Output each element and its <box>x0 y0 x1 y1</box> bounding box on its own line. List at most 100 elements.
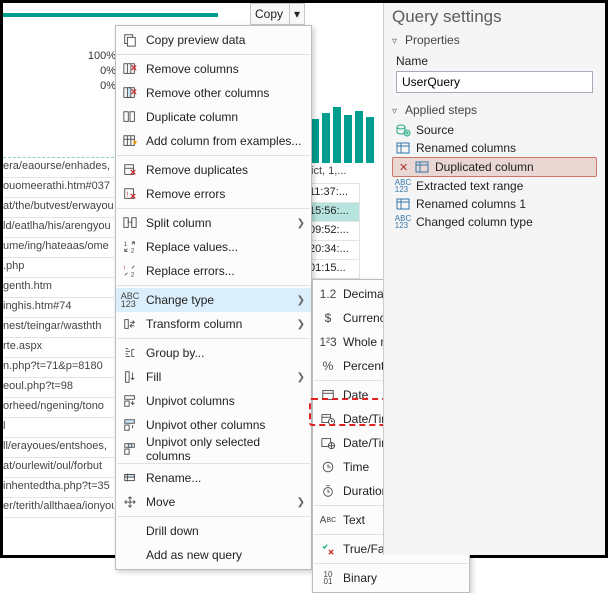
datetimezone-icon <box>317 435 339 451</box>
delete-step-icon[interactable]: ✕ <box>399 161 408 174</box>
unpivot-other-icon <box>120 417 140 433</box>
summary-text: ict, 1,... <box>311 165 346 177</box>
chevron-right-icon: ❯ <box>297 372 305 383</box>
split-icon <box>120 215 140 231</box>
table-row[interactable]: at/ourlewit/oul/forbut <box>3 458 114 478</box>
currency-icon: $ <box>317 310 339 326</box>
pct-0a: 0% <box>88 64 116 79</box>
copy-dropdown[interactable]: Copy ▾ <box>250 3 305 25</box>
mi-replace-errs[interactable]: !2 Replace errors... <box>116 259 311 283</box>
step-source[interactable]: Source <box>392 121 597 139</box>
source-icon <box>394 123 412 137</box>
replace-icon: 12 <box>120 239 140 255</box>
table-row[interactable]: l <box>3 418 114 438</box>
table-row[interactable]: nest/teingar/wasthth <box>3 318 114 338</box>
mi-unpivot-other[interactable]: Unpivot other columns <box>116 413 311 437</box>
copy-label: Copy <box>251 4 290 24</box>
mi-drill[interactable]: Drill down <box>116 519 311 543</box>
applied-steps-header[interactable]: Applied steps <box>392 103 597 117</box>
table-icon <box>413 160 431 174</box>
step-renamed1[interactable]: Renamed columns 1 <box>392 195 597 213</box>
pct-100: 100% <box>88 49 116 64</box>
chevron-right-icon: ❯ <box>297 319 305 330</box>
datetime-icon <box>317 411 339 427</box>
time-icon <box>317 459 339 475</box>
mi-duplicate[interactable]: Duplicate column <box>116 105 311 129</box>
mi-remove-other[interactable]: Remove other columns <box>116 81 311 105</box>
remove-dup-icon <box>120 162 140 178</box>
chevron-right-icon: ❯ <box>297 295 305 306</box>
step-changed[interactable]: ABC123 Changed column type <box>392 213 597 231</box>
table-row[interactable]: ll/erayoues/entshoes, <box>3 438 114 458</box>
mi-split[interactable]: Split column ❯ <box>116 211 311 235</box>
table-row[interactable]: eoul.php?t=98 <box>3 378 114 398</box>
svg-text:2: 2 <box>131 271 135 278</box>
table-row[interactable]: er/terith/allthaea/ionyouarewa <box>3 498 114 518</box>
mi-remove-err[interactable]: ! Remove errors <box>116 182 311 206</box>
abc123-icon: ABC123 <box>394 179 412 193</box>
table-row[interactable]: at/the/butvest/erwayou <box>3 198 114 218</box>
mi-unpivot[interactable]: Unpivot columns <box>116 389 311 413</box>
rename-icon <box>120 470 140 486</box>
step-duplicated[interactable]: ✕ Duplicated column <box>392 157 597 177</box>
table-row[interactable]: n.php?t=71&p=8180 <box>3 358 114 378</box>
duration-icon <box>317 483 339 499</box>
mi-replace-vals[interactable]: 12 Replace values... <box>116 235 311 259</box>
table-row[interactable]: ume/ing/hateaas/ome <box>3 238 114 258</box>
mi-fill[interactable]: Fill ❯ <box>116 365 311 389</box>
chevron-down-icon[interactable]: ▾ <box>290 7 304 21</box>
remove-other-icon <box>120 85 140 101</box>
bool-icon <box>317 541 339 557</box>
name-label: Name <box>396 54 593 68</box>
binary-icon: 1001 <box>317 570 339 586</box>
mi-binary[interactable]: 1001Binary <box>313 566 469 590</box>
mi-transform[interactable]: Transform column ❯ <box>116 312 311 336</box>
unpivot-icon <box>120 393 140 409</box>
date-icon <box>317 387 339 403</box>
table-row[interactable]: inhentedtha.php?t=35 <box>3 478 114 498</box>
mi-move[interactable]: Move ❯ <box>116 490 311 514</box>
decimal-icon: 1.2 <box>317 286 339 302</box>
mi-remove-cols[interactable]: Remove columns <box>116 57 311 81</box>
query-settings-panel: Query settings Properties Name Applied s… <box>383 3 605 555</box>
fill-icon <box>120 369 140 385</box>
svg-text:1: 1 <box>124 241 128 248</box>
mi-copy-preview[interactable]: Copy preview data <box>116 28 311 52</box>
panel-title: Query settings <box>392 7 597 27</box>
transform-icon <box>120 316 140 332</box>
step-renamed[interactable]: Renamed columns <box>392 139 597 157</box>
step-extracted[interactable]: ABC123 Extracted text range <box>392 177 597 195</box>
svg-text:2: 2 <box>131 247 135 254</box>
query-name-input[interactable] <box>396 71 593 93</box>
table-row[interactable]: .php <box>3 258 114 278</box>
type-icon: ABC123 <box>120 292 140 308</box>
mi-unpivot-sel[interactable]: Unpivot only selected columns <box>116 437 311 461</box>
chevron-right-icon: ❯ <box>297 218 305 229</box>
mi-add-from-examples[interactable]: ★ Add column from examples... <box>116 129 311 153</box>
time-cells: 11:37:... 15:56:... 09:52:... 20:34:... … <box>305 183 360 278</box>
text-icon: ABC <box>317 512 339 528</box>
examples-icon: ★ <box>120 133 140 149</box>
duplicate-icon <box>120 109 140 125</box>
mi-change-type[interactable]: ABC123 Change type ❯ <box>116 288 311 312</box>
table-row[interactable]: genth.htm <box>3 278 114 298</box>
mi-add-new-query[interactable]: Add as new query <box>116 543 311 567</box>
svg-text:!: ! <box>124 265 126 272</box>
replace-err-icon: !2 <box>120 263 140 279</box>
mi-group-by[interactable]: Group by... <box>116 341 311 365</box>
table-row[interactable]: ouomeerathi.htm#037 <box>3 178 114 198</box>
url-cells: era/eaourse/enhades, ouomeerathi.htm#037… <box>3 157 114 518</box>
mi-remove-dup[interactable]: Remove duplicates <box>116 158 311 182</box>
table-row[interactable]: inghis.htm#74 <box>3 298 114 318</box>
mi-rename[interactable]: Rename... <box>116 466 311 490</box>
svg-text:!: ! <box>127 192 129 199</box>
table-row[interactable]: orheed/ngening/tono <box>3 398 114 418</box>
table-icon <box>394 141 412 155</box>
chevron-right-icon: ❯ <box>297 497 305 508</box>
table-row[interactable]: ld/eatlha/his/arengyou <box>3 218 114 238</box>
pct-0b: 0% <box>88 79 116 94</box>
properties-header[interactable]: Properties <box>392 33 597 47</box>
table-row[interactable]: rte.aspx <box>3 338 114 358</box>
table-row[interactable]: era/eaourse/enhades, <box>3 158 114 178</box>
unpivot-sel-icon <box>120 441 140 457</box>
